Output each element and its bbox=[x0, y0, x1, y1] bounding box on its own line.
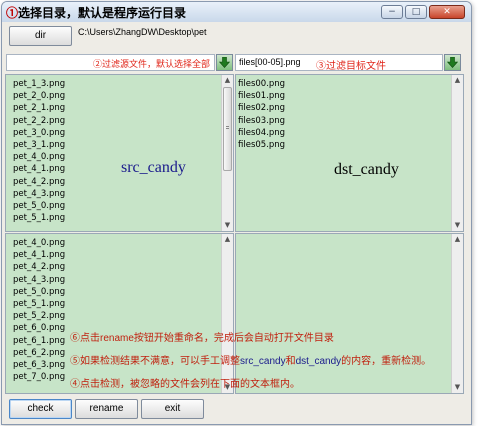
list-item[interactable]: files04.png bbox=[238, 127, 285, 139]
list-item[interactable]: pet_2_2.png bbox=[13, 115, 65, 127]
src-items: pet_1_3.png pet_2_0.png pet_2_1.png pet_… bbox=[13, 78, 65, 224]
list-item[interactable]: files01.png bbox=[238, 90, 285, 102]
list-item[interactable]: pet_4_0.png bbox=[13, 237, 65, 249]
list-item[interactable]: pet_6_2.png bbox=[13, 347, 65, 359]
src-candy-list[interactable]: pet_1_3.png pet_2_0.png pet_2_1.png pet_… bbox=[5, 74, 234, 232]
exit-button[interactable]: exit bbox=[141, 399, 204, 419]
list-item[interactable]: pet_5_2.png bbox=[13, 310, 65, 322]
output-pane[interactable]: ▲ ▼ bbox=[235, 233, 464, 394]
ignored-scrollbar[interactable]: ▲ ▼ bbox=[221, 234, 233, 393]
list-item[interactable]: pet_4_0.png bbox=[13, 151, 65, 163]
note-step5-a: ⑤如果检测结果不满意，可以手工调整 bbox=[70, 356, 240, 367]
dst-filter-label: ③过滤目标文件 bbox=[316, 61, 386, 72]
note-step6: ⑥点击rename按钮开始重命名，完成后会自动打开文件目录 bbox=[70, 333, 334, 344]
scroll-down-icon[interactable]: ▼ bbox=[452, 382, 463, 393]
list-item[interactable]: files03.png bbox=[238, 115, 285, 127]
dst-filter-value: files[00-05].png bbox=[239, 57, 301, 67]
check-button[interactable]: check bbox=[9, 399, 72, 419]
src-filter-input[interactable]: ②过滤源文件，默认选择全部 bbox=[6, 54, 215, 71]
list-item[interactable]: pet_7_0.png bbox=[13, 371, 65, 383]
window-title: ①选择目录，默认是程序运行目录 bbox=[6, 4, 186, 21]
main-window: ①选择目录，默认是程序运行目录 − □ ✕ dir C:\Users\Zhang… bbox=[1, 1, 472, 425]
note-step5-src: src_candy bbox=[240, 356, 286, 367]
scroll-up-icon[interactable]: ▲ bbox=[222, 75, 233, 86]
dst-filter-apply-button[interactable] bbox=[444, 54, 461, 71]
dst-items: files00.png files01.png files02.png file… bbox=[238, 78, 285, 151]
arrow-down-icon bbox=[219, 57, 230, 68]
list-item[interactable]: pet_5_0.png bbox=[13, 286, 65, 298]
scroll-down-icon[interactable]: ▼ bbox=[222, 220, 233, 231]
dst-candy-label: dst_candy bbox=[334, 161, 399, 178]
rename-button[interactable]: rename bbox=[75, 399, 138, 419]
scroll-up-icon[interactable]: ▲ bbox=[452, 234, 463, 245]
close-button[interactable]: ✕ bbox=[429, 5, 465, 19]
list-item[interactable]: pet_1_3.png bbox=[13, 78, 65, 90]
arrow-down-icon bbox=[447, 57, 458, 68]
list-item[interactable]: pet_4_2.png bbox=[13, 261, 65, 273]
src-filter-apply-button[interactable] bbox=[216, 54, 233, 71]
maximize-button[interactable]: □ bbox=[405, 5, 427, 19]
list-item[interactable]: pet_6_1.png bbox=[13, 335, 65, 347]
title-bar: ①选择目录，默认是程序运行目录 − □ ✕ bbox=[2, 2, 471, 22]
minimize-button[interactable]: − bbox=[381, 5, 403, 19]
dir-button[interactable]: dir bbox=[9, 26, 72, 46]
dst-candy-list[interactable]: files00.png files01.png files02.png file… bbox=[235, 74, 464, 232]
list-item[interactable]: files05.png bbox=[238, 139, 285, 151]
note-step4: ④点击检测，被忽略的文件会列在下面的文本框内。 bbox=[70, 379, 300, 390]
note-step5-b: 的内容，重新检测。 bbox=[341, 356, 432, 367]
list-item[interactable]: pet_3_1.png bbox=[13, 139, 65, 151]
list-item[interactable]: pet_2_0.png bbox=[13, 90, 65, 102]
title-marker: ① bbox=[6, 6, 19, 20]
list-item[interactable]: pet_4_1.png bbox=[13, 163, 65, 175]
list-item[interactable]: pet_4_1.png bbox=[13, 249, 65, 261]
scroll-down-icon[interactable]: ▼ bbox=[452, 220, 463, 231]
scroll-up-icon[interactable]: ▲ bbox=[222, 234, 233, 245]
list-item[interactable]: pet_5_1.png bbox=[13, 298, 65, 310]
note-step5-dst: dst_candy bbox=[295, 356, 342, 367]
list-item[interactable]: pet_2_1.png bbox=[13, 102, 65, 114]
scroll-up-icon[interactable]: ▲ bbox=[452, 75, 463, 86]
list-item[interactable]: files00.png bbox=[238, 78, 285, 90]
list-item[interactable]: pet_6_0.png bbox=[13, 322, 65, 334]
output-scrollbar[interactable]: ▲ ▼ bbox=[451, 234, 463, 393]
list-item[interactable]: pet_4_3.png bbox=[13, 188, 65, 200]
note-step5: ⑤如果检测结果不满意，可以手工调整src_candy和dst_candy的内容，… bbox=[70, 352, 431, 367]
scroll-thumb[interactable] bbox=[223, 87, 232, 171]
list-item[interactable]: pet_4_2.png bbox=[13, 176, 65, 188]
src-candy-label: src_candy bbox=[121, 159, 186, 176]
dst-scrollbar[interactable]: ▲ ▼ bbox=[451, 75, 463, 231]
list-item[interactable]: files02.png bbox=[238, 102, 285, 114]
list-item[interactable]: pet_5_0.png bbox=[13, 200, 65, 212]
note-step5-mid: 和 bbox=[285, 356, 296, 367]
ignored-files-list[interactable]: pet_4_0.png pet_4_1.png pet_4_2.png pet_… bbox=[5, 233, 234, 394]
list-item[interactable]: pet_5_1.png bbox=[13, 212, 65, 224]
list-item[interactable]: pet_6_3.png bbox=[13, 359, 65, 371]
ignored-items: pet_4_0.png pet_4_1.png pet_4_2.png pet_… bbox=[13, 237, 65, 383]
path-display: C:\Users\ZhangDW\Desktop\pet bbox=[78, 27, 207, 37]
list-item[interactable]: pet_3_0.png bbox=[13, 127, 65, 139]
src-scrollbar[interactable]: ▲ ▼ bbox=[221, 75, 233, 231]
list-item[interactable]: pet_4_3.png bbox=[13, 274, 65, 286]
title-text: 选择目录，默认是程序运行目录 bbox=[18, 6, 187, 20]
